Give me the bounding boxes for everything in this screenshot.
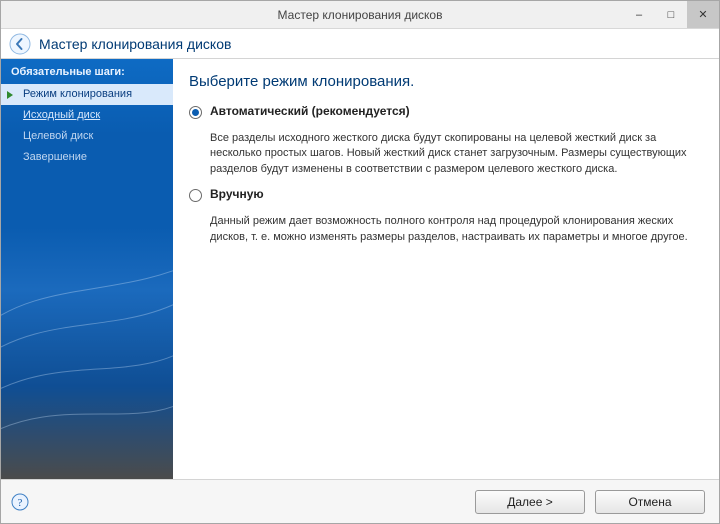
minimize-button[interactable]: –	[623, 1, 655, 28]
option-desc-automatic: Все разделы исходного жесткого диска буд…	[210, 131, 701, 177]
cancel-button[interactable]: Отмена	[595, 490, 705, 514]
next-button[interactable]: Далее >	[475, 490, 585, 514]
window-title: Мастер клонирования дисков	[1, 8, 719, 22]
close-button[interactable]: ✕	[687, 1, 719, 28]
wizard-window: Мастер клонирования дисков – □ ✕ Мастер …	[0, 0, 720, 524]
back-icon[interactable]	[9, 33, 31, 55]
sidebar-heading: Обязательные шаги:	[1, 59, 173, 84]
option-manual[interactable]: Вручную	[189, 187, 701, 202]
titlebar: Мастер клонирования дисков – □ ✕	[1, 1, 719, 29]
body: Обязательные шаги: Режим клонирования Ис…	[1, 59, 719, 479]
option-label: Автоматический (рекомендуется)	[210, 104, 410, 118]
footer: ? Далее > Отмена	[1, 479, 719, 523]
step-label: Завершение	[23, 151, 87, 163]
header: Мастер клонирования дисков	[1, 29, 719, 59]
step-target-disk[interactable]: Целевой диск	[1, 126, 173, 147]
step-finish[interactable]: Завершение	[1, 147, 173, 168]
maximize-button[interactable]: □	[655, 1, 687, 28]
main-panel: Выберите режим клонирования. Автоматичес…	[173, 59, 719, 479]
header-title: Мастер клонирования дисков	[39, 36, 231, 52]
option-label: Вручную	[210, 187, 264, 201]
help-icon[interactable]: ?	[11, 493, 29, 511]
option-automatic[interactable]: Автоматический (рекомендуется)	[189, 104, 701, 119]
radio-automatic[interactable]	[189, 106, 202, 119]
page-title: Выберите режим клонирования.	[189, 73, 701, 90]
window-controls: – □ ✕	[623, 1, 719, 28]
step-label: Исходный диск	[23, 109, 100, 121]
option-desc-manual: Данный режим дает возможность полного ко…	[210, 214, 701, 245]
step-label: Целевой диск	[23, 130, 93, 142]
step-label: Режим клонирования	[23, 88, 132, 100]
sidebar: Обязательные шаги: Режим клонирования Ис…	[1, 59, 173, 479]
radio-manual[interactable]	[189, 189, 202, 202]
svg-text:?: ?	[18, 497, 23, 509]
step-source-disk[interactable]: Исходный диск	[1, 105, 173, 126]
sidebar-decor	[1, 269, 173, 469]
step-clone-mode[interactable]: Режим клонирования	[1, 84, 173, 105]
